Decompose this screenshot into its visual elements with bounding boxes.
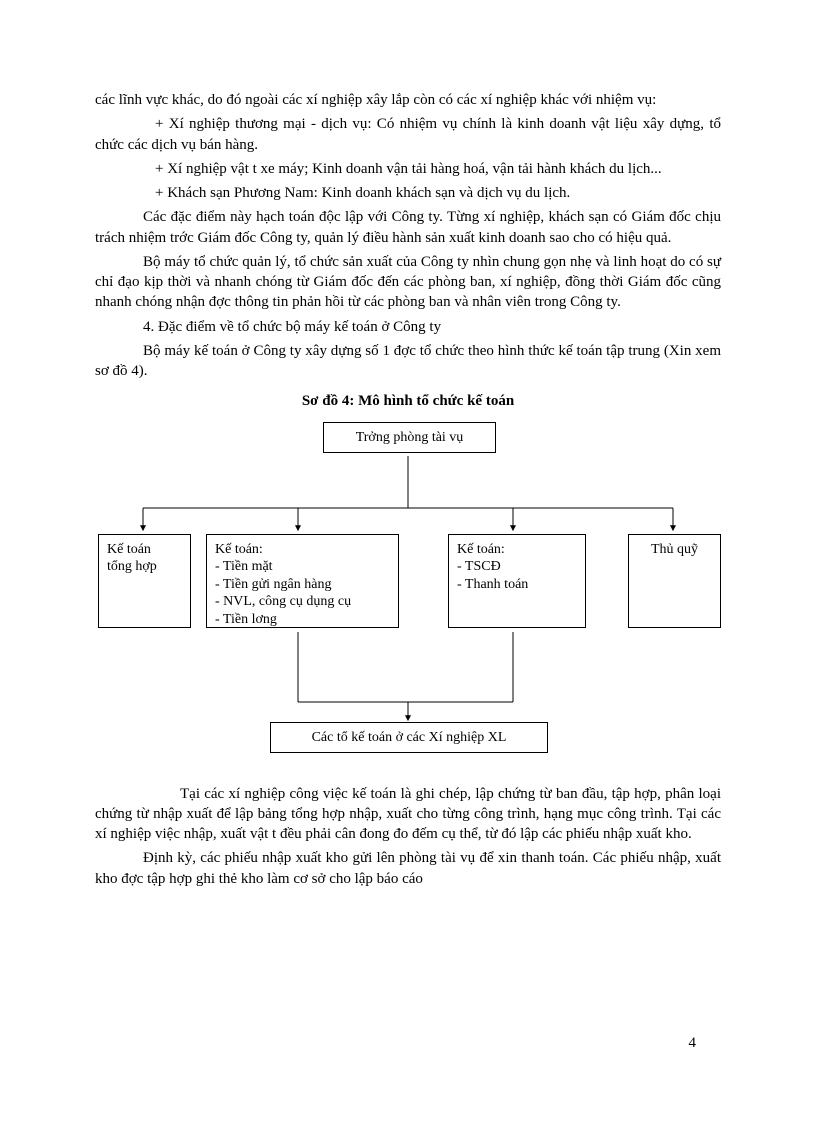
chart-node: Kế toán: - TSCĐ - Thanh toán — [448, 534, 586, 628]
org-chart: Trởng phòng tài vụ Kế toán tổng hợp Kế t… — [98, 422, 718, 772]
diagram-title: Sơ đồ 4: Mô hình tổ chức kế toán — [95, 391, 721, 411]
paragraph: Bộ máy tổ chức quản lý, tổ chức sản xuất… — [95, 252, 721, 313]
section-heading: 4. Đặc điểm về tổ chức bộ máy kế toán ở … — [95, 317, 721, 337]
chart-node-label: Thủ quỹ — [637, 541, 712, 559]
chart-node: Kế toán: - Tiền mặt - Tiền gửi ngân hàng… — [206, 534, 399, 628]
chart-node: Thủ quỹ — [628, 534, 721, 628]
chart-node-label: - TSCĐ — [457, 558, 577, 576]
chart-node-label: Kế toán: — [457, 541, 577, 559]
paragraph: Tại các xí nghiệp công việc kế toán là g… — [95, 784, 721, 845]
paragraph: các lĩnh vực khác, do đó ngoài các xí ng… — [95, 90, 721, 110]
chart-node-label: - Thanh toán — [457, 576, 577, 594]
paragraph: + Khách sạn Phương Nam: Kinh doanh khách… — [95, 183, 721, 203]
diagram-connectors — [98, 422, 718, 772]
chart-node-label: Kế toán — [107, 541, 182, 559]
page-number: 4 — [689, 1033, 697, 1053]
chart-node-label: - Tiền mặt — [215, 558, 390, 576]
chart-node-label: tổng hợp — [107, 558, 182, 576]
chart-node-label: - Tiền gửi ngân hàng — [215, 576, 390, 594]
paragraph: + Xí nghiệp thương mại - dịch vụ: Có nhi… — [95, 114, 721, 155]
paragraph: Bộ máy kế toán ở Công ty xây dựng số 1 đ… — [95, 341, 721, 382]
chart-node: Kế toán tổng hợp — [98, 534, 191, 628]
chart-node-label: - Tiền lơng — [215, 611, 390, 629]
paragraph: Định kỳ, các phiếu nhập xuất kho gửi lên… — [95, 848, 721, 889]
chart-node-label: Trởng phòng tài vụ — [332, 429, 487, 447]
chart-node-head: Trởng phòng tài vụ — [323, 422, 496, 454]
chart-node-label: - NVL, công cụ dụng cụ — [215, 593, 390, 611]
chart-node-bottom: Các tổ kế toán ở các Xí nghiệp XL — [270, 722, 548, 754]
chart-node-label: Kế toán: — [215, 541, 390, 559]
paragraph: + Xí nghiệp vật t xe máy; Kinh doanh vận… — [95, 159, 721, 179]
paragraph: Các đặc điểm này hạch toán độc lập với C… — [95, 207, 721, 248]
chart-node-label: Các tổ kế toán ở các Xí nghiệp XL — [279, 729, 539, 747]
